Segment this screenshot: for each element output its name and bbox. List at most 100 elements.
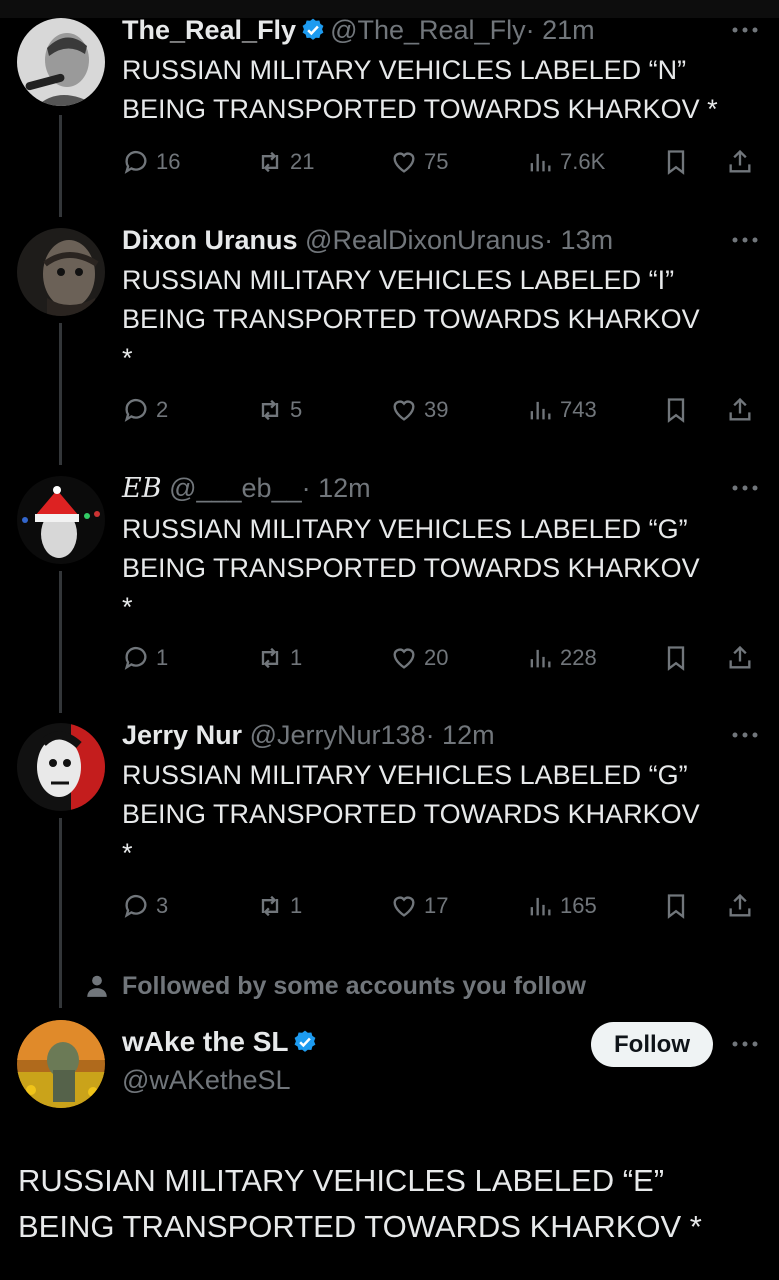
bookmark-button[interactable] (662, 641, 696, 675)
display-name[interactable]: wAke the SL (122, 1026, 288, 1057)
tweet-text-line: RUSSIAN MILITARY VEHICLES LABELED “G” (122, 514, 688, 544)
repost-button[interactable]: 1 (256, 889, 302, 923)
share-icon (729, 645, 751, 669)
like-button[interactable]: 20 (390, 641, 448, 675)
tweet[interactable]: The_Real_Fly @The_Real_Fly· 21m RUSSIAN M… (122, 14, 762, 129)
views-button[interactable]: 228 (526, 641, 597, 675)
like-icon (393, 400, 415, 421)
thread-line (59, 571, 62, 713)
reply-button[interactable]: 1 (122, 641, 168, 675)
social-context: Followed by some accounts you follow (84, 968, 586, 1004)
display-name[interactable]: Jerry Nur (122, 720, 242, 750)
bookmark-icon (667, 398, 685, 423)
handle[interactable]: @wAKetheSL (122, 1064, 582, 1096)
reply-count: 2 (156, 397, 169, 422)
display-name[interactable]: The_Real_Fly (122, 15, 296, 45)
timestamp[interactable]: · 12m (302, 473, 371, 503)
tweet-text-line: RUSSIAN MILITARY VEHICLES LABELED “N” (122, 55, 687, 85)
bookmark-icon (667, 646, 685, 671)
avatar[interactable] (17, 476, 105, 564)
repost-icon (261, 151, 279, 173)
repost-button[interactable]: 5 (256, 393, 302, 427)
handle[interactable]: @JerryNur138 (250, 720, 426, 750)
handle[interactable]: @RealDixonUranus (305, 225, 544, 255)
more-icon[interactable] (731, 26, 759, 34)
share-button[interactable] (726, 889, 760, 923)
like-count: 20 (424, 645, 449, 670)
person-icon (87, 975, 107, 997)
avatar[interactable] (17, 1020, 105, 1108)
like-icon (393, 648, 415, 669)
like-button[interactable]: 39 (390, 393, 448, 427)
bookmark-icon (667, 894, 685, 919)
reply-button[interactable]: 16 (122, 145, 180, 179)
tweet-text-line: RUSSIAN MILITARY VEHICLES LABELED “I” (122, 265, 675, 295)
views-button[interactable]: 743 (526, 393, 597, 427)
view-count: 165 (560, 893, 597, 918)
bookmark-icon (667, 150, 685, 175)
avatar[interactable] (17, 18, 105, 106)
tweet-text-line: * (122, 343, 133, 373)
tweet[interactable]: Jerry Nur @JerryNur138· 12m RUSSIAN MILI… (122, 719, 762, 873)
more-icon[interactable] (731, 484, 759, 492)
views-icon (530, 153, 551, 172)
handle[interactable]: @The_Real_Fly (330, 15, 526, 45)
timestamp[interactable]: · 12m (426, 720, 495, 750)
like-count: 39 (424, 397, 449, 422)
more-icon[interactable] (731, 1040, 759, 1048)
verified-badge-icon (295, 1030, 316, 1052)
avatar[interactable] (17, 228, 105, 316)
views-button[interactable]: 165 (526, 889, 597, 923)
repost-count: 21 (290, 149, 315, 174)
view-count: 228 (560, 645, 597, 670)
repost-button[interactable]: 21 (256, 145, 314, 179)
tweet[interactable]: EB @___eb__· 12m RUSSIAN MILITARY VEHICL… (122, 472, 762, 627)
timestamp[interactable]: · 13m (544, 225, 613, 255)
views-button[interactable]: 7.6K (526, 145, 605, 179)
thread-line (59, 818, 62, 1008)
follow-button[interactable]: Follow (591, 1022, 713, 1067)
bookmark-button[interactable] (662, 889, 696, 923)
repost-button[interactable]: 1 (256, 641, 302, 675)
tweet-text-line: BEING TRANSPORTED TOWARDS KHARKOV (122, 553, 700, 583)
share-button[interactable] (726, 145, 760, 179)
main-tweet-header: wAke the SL @wAKetheSL (122, 1026, 582, 1096)
like-icon (393, 896, 415, 917)
avatar[interactable] (17, 723, 105, 811)
repost-icon (261, 399, 279, 421)
view-count: 743 (560, 397, 597, 422)
bookmark-button[interactable] (662, 145, 696, 179)
like-button[interactable]: 17 (390, 889, 448, 923)
verified-badge-icon (302, 18, 324, 40)
reply-button[interactable]: 2 (122, 393, 168, 427)
display-name[interactable]: Dixon Uranus (122, 225, 298, 255)
repost-count: 5 (290, 397, 303, 422)
reply-count: 3 (156, 893, 169, 918)
social-context-text: Followed by some accounts you follow (122, 971, 586, 1000)
more-icon[interactable] (731, 731, 759, 739)
views-icon (530, 401, 551, 420)
reply-button[interactable]: 3 (122, 889, 168, 923)
thread-line (59, 323, 62, 465)
share-button[interactable] (726, 641, 760, 675)
share-icon (729, 397, 751, 421)
tweet-text: RUSSIAN MILITARY VEHICLES LABELED “G” BEI… (122, 756, 762, 873)
display-name[interactable]: EB (122, 473, 162, 504)
tweet[interactable]: Dixon Uranus @RealDixonUranus· 13m RUSSI… (122, 224, 762, 378)
repost-count: 1 (290, 893, 303, 918)
tweet-text-line: BEING TRANSPORTED TOWARDS KHARKOV (122, 799, 700, 829)
reply-count: 1 (156, 645, 169, 670)
like-button[interactable]: 75 (390, 145, 448, 179)
tweet-text-line: BEING TRANSPORTED TOWARDS KHARKOV * (18, 1209, 702, 1244)
share-button[interactable] (726, 393, 760, 427)
reply-icon (124, 398, 147, 422)
like-icon (393, 152, 415, 173)
handle[interactable]: @___eb__ (169, 473, 302, 503)
tweet-actions: 16 21 75 7.6K (122, 145, 762, 179)
bookmark-button[interactable] (662, 393, 696, 427)
more-icon[interactable] (731, 236, 759, 244)
reply-icon (124, 894, 147, 918)
tweet-text-line: * (122, 592, 133, 622)
timestamp[interactable]: · 21m (526, 15, 595, 45)
views-icon (530, 897, 551, 916)
